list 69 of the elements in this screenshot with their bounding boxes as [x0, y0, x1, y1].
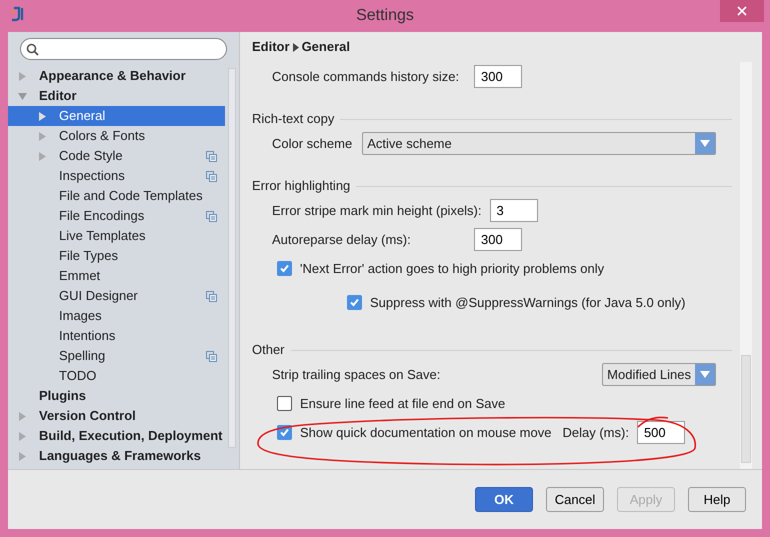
checkbox-label[interactable]: Show quick documentation on mouse move: [300, 422, 552, 442]
app-logo-icon: [10, 6, 26, 22]
tree-item[interactable]: Languages & Frameworks: [8, 446, 225, 466]
dropdown-arrow-icon: [700, 140, 710, 147]
tree-item[interactable]: Version Control: [8, 406, 225, 426]
tree-item[interactable]: General: [8, 106, 225, 126]
window-title: Settings: [356, 6, 414, 26]
tree-item[interactable]: Plugins: [8, 386, 225, 406]
collapsed-arrow-icon[interactable]: [38, 112, 47, 120]
dialog-button[interactable]: OK: [475, 487, 533, 512]
scrollbar[interactable]: [740, 62, 752, 469]
search-field[interactable]: [20, 38, 227, 60]
section-title: Rich-text copy: [252, 110, 334, 128]
tree-item[interactable]: Live Templates: [8, 226, 225, 246]
collapsed-arrow-icon[interactable]: [18, 432, 27, 440]
collapsed-arrow-icon[interactable]: [18, 452, 27, 460]
collapsed-arrow-icon[interactable]: [38, 152, 47, 160]
collapsed-arrow-icon[interactable]: [38, 132, 47, 140]
tree-item[interactable]: Editor: [8, 86, 225, 106]
expanded-arrow-icon[interactable]: [18, 92, 27, 100]
tree-item[interactable]: Code Style: [8, 146, 225, 166]
scrollbar[interactable]: [228, 68, 236, 448]
check-icon: [279, 263, 290, 274]
field-label: Error stripe mark min height (pixels):: [272, 202, 482, 220]
tree-item[interactable]: Emmet: [8, 266, 225, 286]
check-icon: [279, 427, 290, 438]
section-title: Error highlighting: [252, 177, 350, 196]
tree-item[interactable]: Inspections: [8, 166, 225, 186]
field-label: Delay (ms):: [562, 424, 629, 442]
breadcrumb-arrow-icon: [292, 42, 299, 52]
dropdown[interactable]: Modified Lines: [602, 363, 716, 386]
dialog-button[interactable]: Help: [688, 487, 746, 512]
field-label: Autoreparse delay (ms):: [272, 230, 412, 249]
dropdown-label: Color scheme: [272, 134, 352, 153]
tree-item[interactable]: Colors & Fonts: [8, 126, 225, 146]
checkbox[interactable]: [347, 295, 362, 310]
tree-item[interactable]: GUI Designer: [8, 286, 225, 306]
input-field[interactable]: 300: [474, 228, 522, 251]
tree-item[interactable]: Intentions: [8, 326, 225, 346]
checkbox[interactable]: [277, 396, 292, 411]
check-icon: [349, 297, 360, 308]
dropdown-label: Strip trailing spaces on Save:: [272, 366, 440, 384]
breadcrumb-item[interactable]: General: [302, 37, 350, 57]
field-label: Console commands history size:: [272, 68, 460, 86]
tree-item[interactable]: Spelling: [8, 346, 225, 366]
input-field[interactable]: 3: [490, 199, 538, 222]
tree-item[interactable]: Images: [8, 306, 225, 326]
tree-item[interactable]: File Types: [8, 246, 225, 266]
dialog-button[interactable]: Cancel: [546, 487, 604, 512]
dropdown-arrow-icon: [700, 371, 710, 378]
section-title: Other: [252, 341, 285, 360]
tree-item[interactable]: Build, Execution, Deployment: [8, 426, 225, 446]
tree-item[interactable]: File Encodings: [8, 206, 225, 226]
search-icon: [26, 42, 39, 56]
tree-item[interactable]: File and Code Templates: [8, 186, 225, 206]
collapsed-arrow-icon[interactable]: [18, 412, 27, 420]
tree-item[interactable]: TODO: [8, 366, 225, 386]
checkbox-label[interactable]: 'Next Error' action goes to high priority problems only: [300, 258, 604, 278]
checkbox-label[interactable]: Suppress with @SuppressWarnings (for Java 5.0 only): [370, 292, 686, 312]
close-icon: [737, 6, 747, 16]
dropdown[interactable]: Active scheme: [362, 132, 716, 155]
close-button[interactable]: [720, 0, 764, 22]
input-field[interactable]: 300: [474, 65, 522, 88]
breadcrumb-item[interactable]: Editor: [252, 37, 290, 57]
checkbox[interactable]: [277, 261, 292, 276]
tree-item[interactable]: Appearance & Behavior: [8, 66, 225, 86]
input-field[interactable]: 500: [636, 421, 685, 444]
checkbox-label[interactable]: Ensure line feed at file end on Save: [300, 394, 506, 414]
collapsed-arrow-icon[interactable]: [18, 72, 27, 80]
